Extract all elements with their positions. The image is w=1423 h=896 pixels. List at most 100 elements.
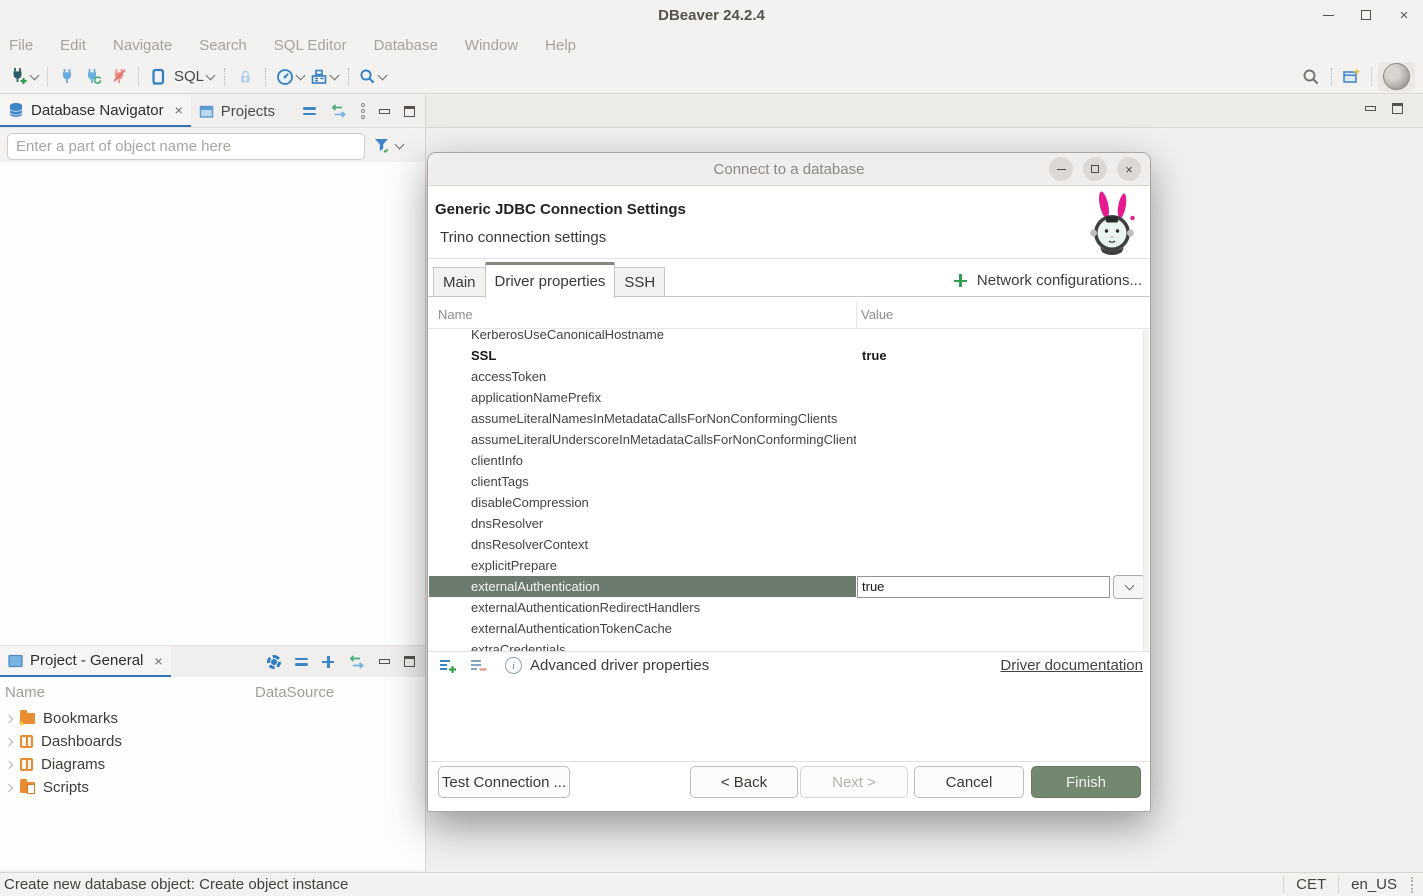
finish-button[interactable]: Finish — [1031, 766, 1141, 798]
collapse-all-icon[interactable] — [303, 107, 316, 115]
expand-chevron-icon[interactable] — [5, 714, 13, 722]
statusbar-grip[interactable] — [1411, 877, 1413, 893]
property-row[interactable]: applicationNamePrefix — [429, 387, 1150, 408]
property-value-input[interactable] — [857, 576, 1110, 598]
dialog-close-button[interactable]: × — [1117, 157, 1141, 181]
column-name[interactable]: Name — [0, 684, 255, 701]
new-connection-button[interactable] — [6, 64, 41, 90]
minimize-view-icon[interactable] — [379, 659, 390, 664]
auto-commit-button[interactable] — [232, 64, 258, 90]
window-maximize-button[interactable] — [1353, 4, 1379, 26]
link-with-editor-icon[interactable] — [330, 104, 347, 118]
expand-chevron-icon[interactable] — [5, 737, 13, 745]
close-tab-icon[interactable]: × — [175, 102, 183, 118]
dashboard-button[interactable] — [273, 64, 307, 90]
menu-search[interactable]: Search — [199, 37, 247, 54]
tab-ssh[interactable]: SSH — [614, 267, 665, 297]
column-value[interactable]: Value — [861, 307, 893, 322]
add-property-button[interactable] — [438, 658, 457, 674]
remove-property-button[interactable] — [469, 658, 487, 674]
tab-database-navigator[interactable]: Database Navigator × — [0, 95, 191, 127]
global-search-button[interactable] — [1298, 64, 1324, 90]
sql-dropdown-button[interactable]: SQL — [171, 64, 217, 90]
property-row[interactable]: accessToken — [429, 366, 1150, 387]
property-row[interactable]: explicitPrepare — [429, 555, 1150, 576]
data-transfer-button[interactable] — [307, 64, 341, 90]
property-name: assumeLiteralNamesInMetadataCallsForNonC… — [429, 411, 856, 426]
tree-item-diagrams[interactable]: Diagrams — [0, 753, 425, 776]
new-sql-editor-button[interactable] — [145, 64, 171, 90]
object-filter-input[interactable] — [7, 133, 365, 160]
property-row[interactable]: externalAuthenticationTokenCache — [429, 618, 1150, 639]
timezone-indicator[interactable]: CET — [1283, 876, 1338, 892]
expand-chevron-icon[interactable] — [5, 760, 13, 768]
window-minimize-button[interactable] — [1315, 4, 1341, 26]
test-connection-button[interactable]: Test Connection ... — [438, 766, 570, 798]
view-menu-icon[interactable] — [361, 103, 365, 119]
disconnect-button[interactable] — [106, 64, 132, 90]
menu-edit[interactable]: Edit — [60, 37, 86, 54]
tree-item-scripts[interactable]: Scripts — [0, 776, 425, 799]
property-row[interactable]: assumeLiteralNamesInMetadataCallsForNonC… — [429, 408, 1150, 429]
property-row[interactable]: disableCompression — [429, 492, 1150, 513]
user-account-button[interactable] — [1378, 62, 1415, 92]
reconnect-button[interactable] — [80, 64, 106, 90]
tab-projects[interactable]: Projects — [191, 95, 283, 127]
dialog-maximize-button[interactable] — [1083, 157, 1107, 181]
tab-label: SSH — [624, 274, 655, 291]
navigator-tree-body[interactable] — [0, 162, 425, 645]
cancel-button[interactable]: Cancel — [914, 766, 1024, 798]
property-row[interactable]: externalAuthenticationRedirectHandlers — [429, 597, 1150, 618]
dialog-header-title: Generic JDBC Connection Settings — [435, 201, 686, 218]
maximize-view-icon[interactable] — [404, 656, 415, 667]
back-button[interactable]: < Back — [690, 766, 798, 798]
property-row[interactable]: clientInfo — [429, 450, 1150, 471]
tree-item-bookmarks[interactable]: Bookmarks — [0, 707, 425, 730]
tree-item-dashboards[interactable]: Dashboards — [0, 730, 425, 753]
menu-database[interactable]: Database — [374, 37, 438, 54]
tab-project-general[interactable]: Project - General × — [0, 646, 171, 677]
maximize-view-icon[interactable] — [404, 106, 415, 117]
driver-documentation-link[interactable]: Driver documentation — [1000, 657, 1143, 674]
expand-chevron-icon[interactable] — [5, 783, 13, 791]
advanced-properties-label: Advanced driver properties — [530, 657, 709, 674]
property-row[interactable]: KerberosUseCanonicalHostname — [429, 330, 1150, 345]
menu-help[interactable]: Help — [545, 37, 576, 54]
property-row[interactable]: extraCredentials — [429, 639, 1150, 651]
property-row[interactable]: SSLtrue — [429, 345, 1150, 366]
close-tab-icon[interactable]: × — [154, 653, 162, 669]
menu-sql-editor[interactable]: SQL Editor — [274, 37, 347, 54]
menu-window[interactable]: Window — [465, 37, 518, 54]
tree-item-label: Bookmarks — [43, 710, 118, 727]
gear-icon[interactable] — [267, 655, 281, 669]
network-configurations-button[interactable]: Network configurations... — [954, 272, 1142, 289]
property-row[interactable]: dnsResolverContext — [429, 534, 1150, 555]
value-dropdown-button[interactable] — [1113, 575, 1145, 599]
property-rows: KerberosUseCanonicalHostnameSSLtrueacces… — [429, 330, 1150, 651]
menu-file[interactable]: File — [9, 37, 33, 54]
window-close-button[interactable]: × — [1391, 4, 1417, 26]
table-scrollbar[interactable] — [1143, 330, 1149, 651]
filter-settings-button[interactable] — [374, 138, 403, 154]
tab-main[interactable]: Main — [433, 267, 486, 297]
property-row[interactable]: externalAuthentication — [429, 576, 1150, 597]
property-row[interactable]: dnsResolver — [429, 513, 1150, 534]
connect-button[interactable] — [54, 64, 80, 90]
maximize-view-icon[interactable] — [1392, 103, 1403, 114]
locale-indicator[interactable]: en_US — [1338, 876, 1409, 892]
property-row[interactable]: assumeLiteralUnderscoreInMetadataCallsFo… — [429, 429, 1150, 450]
tab-driver-properties[interactable]: Driver properties — [485, 262, 616, 298]
column-datasource[interactable]: DataSource — [255, 684, 334, 701]
column-name[interactable]: Name — [438, 307, 473, 322]
menu-navigate[interactable]: Navigate — [113, 37, 172, 54]
open-view-button[interactable] — [1339, 64, 1365, 90]
chevron-down-icon — [30, 70, 40, 80]
dialog-minimize-button[interactable] — [1049, 157, 1073, 181]
property-row[interactable]: clientTags — [429, 471, 1150, 492]
minimize-view-icon[interactable] — [1365, 106, 1376, 111]
link-with-editor-icon[interactable] — [348, 655, 365, 669]
minimize-view-icon[interactable] — [379, 109, 390, 114]
search-button[interactable] — [356, 64, 389, 90]
collapse-all-icon[interactable] — [295, 658, 308, 666]
expand-all-icon[interactable] — [322, 656, 334, 668]
